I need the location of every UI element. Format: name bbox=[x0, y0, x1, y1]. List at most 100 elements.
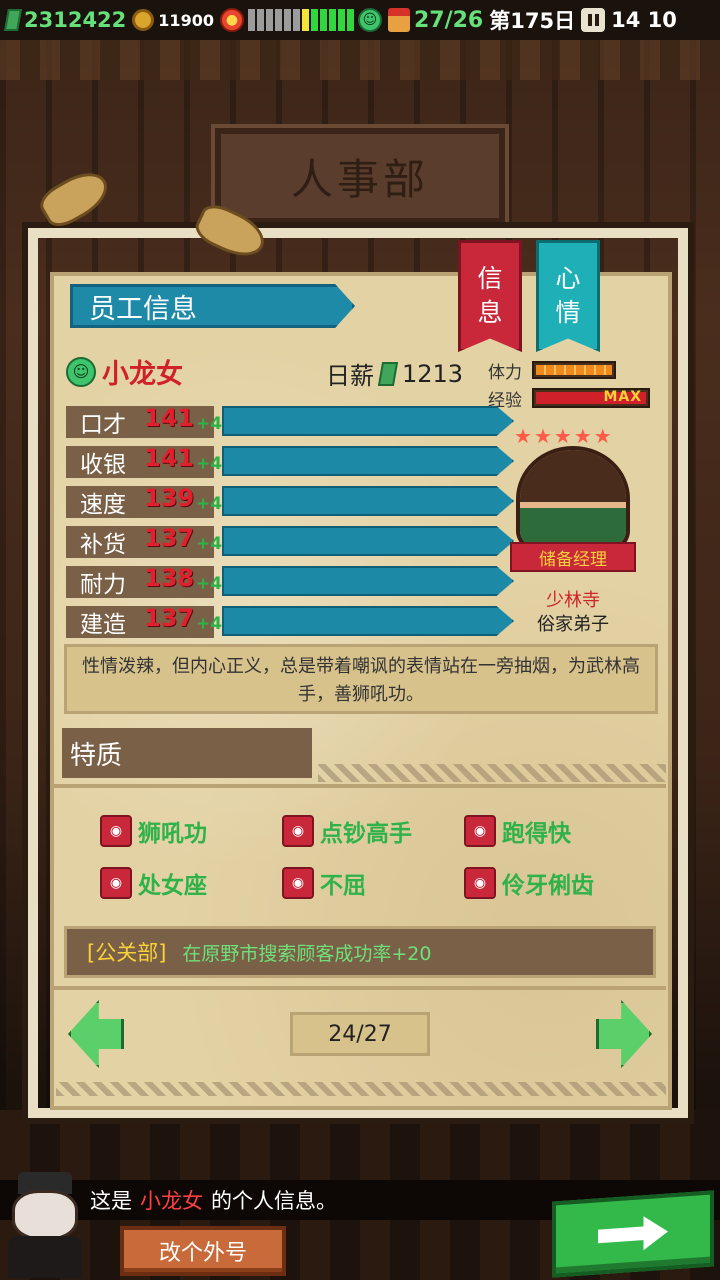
trait-label: 狮吼功 bbox=[138, 821, 207, 847]
department-box: [公关部] 在原野市搜索顾客成功率+20 bbox=[64, 926, 656, 978]
money-value: 2312422 bbox=[24, 8, 127, 32]
stat-row: 收银 141 +42 bbox=[66, 442, 516, 482]
rank-stars: ★ ★ ★ ★ ★ bbox=[514, 424, 612, 448]
trait-label: 伶牙俐齿 bbox=[502, 873, 594, 899]
tab-info[interactable]: 信 息 bbox=[458, 240, 522, 352]
decorative-zigzag bbox=[56, 1082, 666, 1096]
stat-label: 速度 bbox=[80, 492, 126, 518]
mascot-body bbox=[8, 1236, 82, 1278]
trait-label: 处女座 bbox=[138, 873, 207, 899]
mood-segment bbox=[292, 9, 300, 31]
tab-info-label-bottom: 息 bbox=[477, 298, 503, 327]
divider bbox=[54, 784, 666, 788]
trait-item[interactable]: ◉ 点钞高手 bbox=[282, 814, 464, 848]
trait-label: 点钞高手 bbox=[320, 821, 412, 847]
trait-icon: ◉ bbox=[464, 815, 496, 847]
mood-segment bbox=[337, 9, 345, 31]
trait-item[interactable]: ◉ 跑得快 bbox=[464, 814, 640, 848]
decorative-zigzag bbox=[318, 764, 666, 782]
stat-value: 141 bbox=[144, 404, 195, 432]
cash-icon bbox=[377, 361, 399, 386]
trait-icon: ◉ bbox=[282, 815, 314, 847]
mood-segment bbox=[301, 9, 309, 31]
star-icon: ★ bbox=[573, 424, 592, 448]
mood-bar bbox=[247, 9, 354, 31]
nickname-button[interactable]: 改个外号 bbox=[120, 1226, 286, 1276]
employee-description: 性情泼辣，但内心正义，总是带着嘲讽的表情站在一旁抽烟，为武林高手，善狮吼功。 bbox=[64, 644, 658, 714]
message-prefix: 这是 bbox=[90, 1189, 132, 1213]
employee-sect: 少林寺 bbox=[546, 590, 600, 611]
trait-item[interactable]: ◉ 伶牙俐齿 bbox=[464, 866, 640, 900]
divider bbox=[54, 986, 666, 990]
status-bar: 2312422 11900 ● ☺ 27/26 第175日 14 10 bbox=[0, 0, 720, 40]
cash-icon bbox=[4, 9, 22, 31]
coin-display: 11900 bbox=[132, 9, 214, 31]
star-icon: ★ bbox=[553, 424, 572, 448]
stamina-bar bbox=[532, 361, 616, 379]
mood-segment bbox=[265, 9, 273, 31]
stat-bar bbox=[222, 486, 514, 516]
star-icon: ★ bbox=[593, 424, 612, 448]
staff-count: 27/26 bbox=[387, 7, 484, 33]
avatar-portrait bbox=[516, 446, 630, 552]
stamina-fill bbox=[536, 365, 612, 375]
message-suffix: 的个人信息。 bbox=[211, 1189, 337, 1213]
salary: 日薪 1213 bbox=[326, 356, 463, 391]
stat-bar bbox=[222, 606, 514, 636]
department-name: [公关部] bbox=[87, 941, 167, 965]
coin-value: 11900 bbox=[158, 10, 214, 30]
exp-bar: MAX bbox=[532, 388, 650, 408]
salary-label: 日薪 bbox=[326, 362, 374, 390]
trait-icon: ◉ bbox=[100, 815, 132, 847]
traits-heading: 特质 bbox=[62, 728, 312, 778]
trait-label: 跑得快 bbox=[502, 821, 571, 847]
clock: 14 10 bbox=[611, 8, 677, 32]
trait-icon: ◉ bbox=[100, 867, 132, 899]
stat-value: 137 bbox=[144, 604, 195, 632]
employee-name-row: ☺ 小龙女 bbox=[66, 352, 183, 391]
mood-segment bbox=[328, 9, 336, 31]
tab-mood[interactable]: 心 情 bbox=[536, 240, 600, 352]
money-display: 2312422 bbox=[4, 8, 127, 32]
stat-row: 建造 137 +41 bbox=[66, 602, 516, 642]
title-badge: 储备经理 bbox=[510, 542, 636, 572]
mood-meter: ● ☺ bbox=[219, 8, 382, 32]
star-icon: ★ bbox=[514, 424, 532, 448]
pause-icon[interactable] bbox=[581, 8, 606, 32]
background-sign: 人事部 bbox=[211, 124, 509, 228]
angry-face-icon: ● bbox=[219, 8, 244, 32]
trait-item[interactable]: ◉ 处女座 bbox=[100, 866, 282, 900]
traits-list: ◉ 狮吼功 ◉ 点钞高手 ◉ 跑得快 ◉ 处女座 ◉ 不屈 ◉ 伶牙俐齿 bbox=[100, 814, 640, 900]
stat-row: 速度 139 +41 bbox=[66, 482, 516, 522]
trait-item[interactable]: ◉ 狮吼功 bbox=[100, 814, 282, 848]
background-beam bbox=[0, 40, 720, 80]
stat-label: 耐力 bbox=[80, 572, 126, 598]
stat-bar bbox=[222, 406, 514, 436]
employee-avatar: ★ ★ ★ ★ ★ 储备经理 bbox=[510, 424, 636, 574]
department-bonus: 在原野市搜索顾客成功率+20 bbox=[182, 942, 432, 965]
stamina-label: 体力 bbox=[488, 362, 522, 383]
message-name: 小龙女 bbox=[140, 1189, 203, 1213]
happy-face-icon: ☺ bbox=[357, 8, 382, 32]
tab-mood-label-top: 心 bbox=[555, 264, 581, 293]
happy-face-icon: ☺ bbox=[66, 356, 96, 387]
back-arrow-icon bbox=[598, 1215, 668, 1254]
stats-list: 口才 141 +42 收银 141 +42 速度 139 +41 补货 137 +41 耐力 138 +41… bbox=[66, 402, 516, 642]
stat-label: 收银 bbox=[80, 452, 126, 478]
stat-value: 138 bbox=[144, 564, 195, 592]
mood-segment bbox=[319, 9, 327, 31]
salary-value: 1213 bbox=[402, 359, 464, 388]
stat-row: 补货 137 +41 bbox=[66, 522, 516, 562]
mascot-avatar bbox=[4, 1172, 84, 1278]
stamina-row: 体力 bbox=[488, 356, 658, 384]
staff-icon bbox=[387, 8, 410, 32]
mascot-face bbox=[12, 1190, 78, 1240]
staff-count-value: 27/26 bbox=[413, 7, 484, 33]
stat-row: 耐力 138 +41 bbox=[66, 562, 516, 602]
mood-segment bbox=[310, 9, 318, 31]
back-button[interactable] bbox=[552, 1190, 714, 1278]
day-counter: 第175日 bbox=[489, 9, 576, 33]
mood-segment bbox=[283, 9, 291, 31]
tab-mood-label-bottom: 情 bbox=[555, 298, 581, 327]
trait-item[interactable]: ◉ 不屈 bbox=[282, 866, 464, 900]
